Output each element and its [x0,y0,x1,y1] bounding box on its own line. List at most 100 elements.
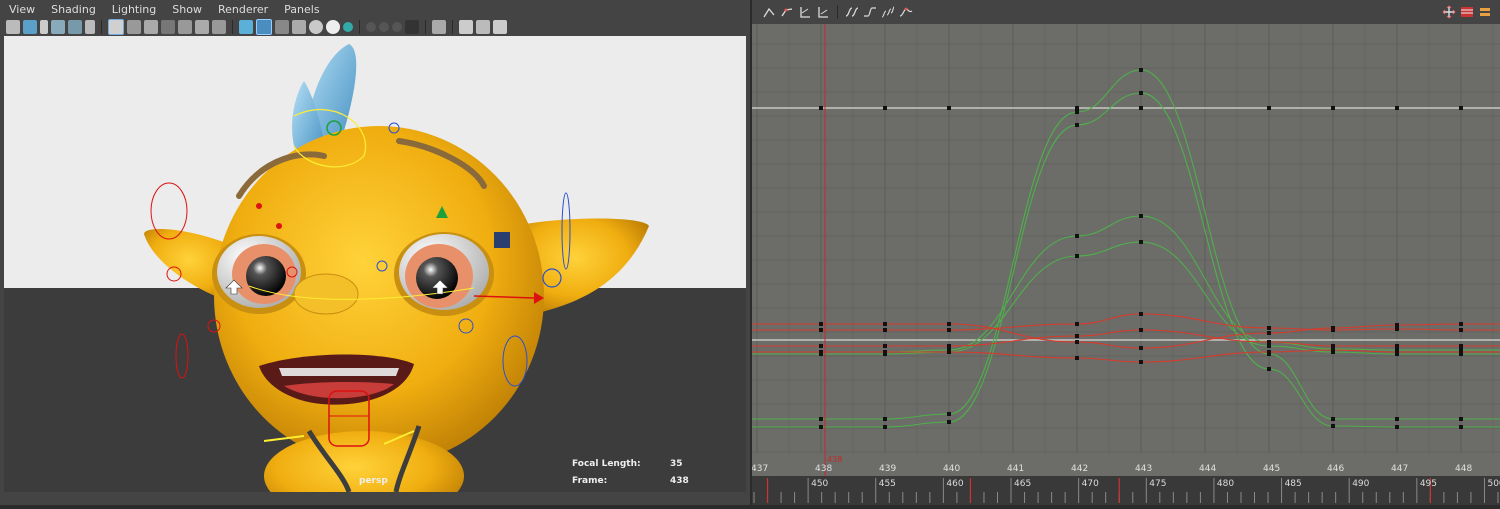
grid-icon[interactable] [108,19,124,35]
keyframe [1267,331,1271,335]
isolate-select-icon[interactable] [405,20,419,34]
image-plane-icon[interactable] [51,20,65,34]
keyframe [883,425,887,429]
timeline-tick-label: 460 [946,479,963,489]
menu-show[interactable]: Show [163,3,209,16]
multisample-aa-icon[interactable] [379,22,389,32]
keyframe [1395,417,1399,421]
screen-space-ao-icon[interactable] [343,22,353,32]
current-frame-label: 438 [827,455,842,464]
cycle-with-offset-icon[interactable] [881,5,895,19]
rig-control-blue-square[interactable] [494,232,510,248]
gate-mask-icon[interactable] [161,20,175,34]
frame-selection-icon[interactable] [1442,5,1456,19]
frame-tick-label: 442 [1071,464,1088,474]
frame-tick-label: 441 [1007,464,1024,474]
perspective-viewport[interactable]: Focal Length: 35 Frame: 438 persp [4,36,746,492]
rig-control[interactable] [276,223,282,229]
backface-culling-icon[interactable] [493,20,507,34]
time-slider[interactable]: 450 455 460 465 470 475 480 485 490 495 500 [752,476,1500,505]
menu-view[interactable]: View [0,3,42,16]
keyframe [1075,322,1079,326]
depth-of-field-icon[interactable] [392,22,402,32]
break-tangents-icon[interactable] [762,5,776,19]
menu-lighting[interactable]: Lighting [103,3,163,16]
keyframe [1075,356,1079,360]
keyframe [883,417,887,421]
motion-blur-icon[interactable] [366,22,376,32]
keyframe [1459,350,1463,354]
xray-active-icon[interactable] [476,20,490,34]
timeline-tick-label: 455 [879,479,896,489]
field-chart-icon[interactable] [178,20,192,34]
xray-icon[interactable] [432,20,446,34]
keyframe [1075,123,1079,127]
menu-panels[interactable]: Panels [275,3,326,16]
graph-view[interactable]: 437 438 439 440 441 442 443 444 445 446 447 448 438 [751,24,1500,476]
timeline-tick-label: 500 [1487,479,1500,489]
timeline-tick-label: 480 [1217,479,1234,489]
keyframe [947,350,951,354]
keyframe [1267,106,1271,110]
keyframe [883,350,887,354]
menu-shading[interactable]: Shading [42,3,103,16]
nose [293,273,359,315]
keyframe [1395,425,1399,429]
oscillate-icon[interactable] [899,5,913,19]
camera-name-label: persp [359,476,388,486]
character-scene: Focal Length: 35 Frame: 438 persp [4,36,746,492]
time-slider-bg [752,476,1500,505]
post-infinity-cycle-icon[interactable] [863,5,877,19]
menu-renderer[interactable]: Renderer [209,3,275,16]
keyframe [1459,328,1463,332]
keyframe [1075,340,1079,344]
xray-joints-icon[interactable] [459,20,473,34]
rig-control[interactable] [256,203,262,209]
keyframe [819,350,823,354]
wireframe-on-shaded-icon[interactable] [275,20,289,34]
lock-tangent-weight-icon[interactable] [816,5,830,19]
grease-pencil-icon[interactable] [85,20,95,34]
time-slider-ruler[interactable]: 450 455 460 465 470 475 480 485 490 495 500 [752,476,1500,505]
shadows-icon[interactable] [326,20,340,34]
free-tangent-weight-icon[interactable] [798,5,812,19]
keyframe [1139,106,1143,110]
keyframe [1139,360,1143,364]
bookmark-icon[interactable] [40,20,48,34]
teeth [279,368,399,376]
safe-title-icon[interactable] [212,20,226,34]
two-d-pan-icon[interactable] [68,20,82,34]
film-gate-icon[interactable] [127,20,141,34]
toolbar-separator [452,20,453,34]
timeline-tick-label: 475 [1149,479,1166,489]
wireframe-icon[interactable] [239,20,253,34]
textured-icon[interactable] [292,20,306,34]
use-all-lights-icon[interactable] [309,20,323,34]
keyframe [1267,326,1271,330]
focal-length-label: Focal Length: [572,459,641,469]
pre-infinity-cycle-icon[interactable] [845,5,859,19]
keyframe [1331,328,1335,332]
keyframe [1331,106,1335,110]
safe-action-icon[interactable] [195,20,209,34]
keyframe [947,420,951,424]
keyframe [1459,344,1463,348]
camera-icon[interactable] [6,20,20,34]
keyframe [1075,334,1079,338]
frame-tick-label: 448 [1455,464,1472,474]
keyframe [1395,327,1399,331]
keyframe [1139,312,1143,316]
dope-sheet-icon[interactable] [1460,5,1474,19]
frame-tick-label: 438 [815,464,832,474]
trax-editor-icon[interactable] [1478,5,1492,19]
frame-label: Frame: [572,476,607,486]
unify-tangents-icon[interactable] [780,5,794,19]
curve-graph[interactable]: 437 438 439 440 441 442 443 444 445 446 447 448 438 [751,24,1500,476]
smooth-shade-icon[interactable] [256,19,272,35]
frame-tick-label: 440 [943,464,960,474]
camera-attributes-icon[interactable] [23,20,37,34]
keyframe [1139,214,1143,218]
left-pupil [246,256,286,296]
resolution-gate-icon[interactable] [144,20,158,34]
keyframe [1395,344,1399,348]
